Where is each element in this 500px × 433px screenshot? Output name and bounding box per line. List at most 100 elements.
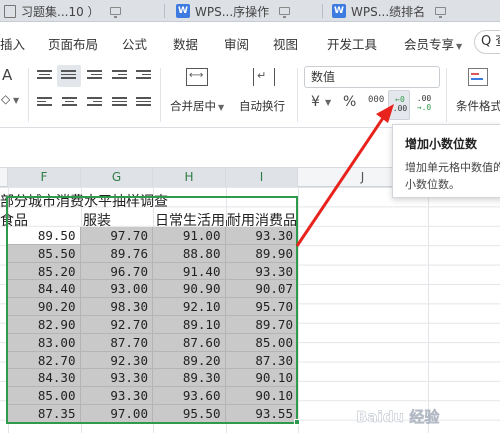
- wrap-text-icon[interactable]: ↵: [253, 68, 275, 86]
- menu-formula[interactable]: 公式: [122, 34, 147, 53]
- align-top-icon[interactable]: [37, 70, 52, 82]
- thousands-separator-button[interactable]: 000: [368, 95, 384, 105]
- menu-review[interactable]: 审阅: [224, 34, 249, 53]
- number-format-select[interactable]: 数值: [304, 66, 440, 88]
- menu-data[interactable]: 数据: [173, 34, 198, 53]
- data-cell[interactable]: 89.90: [225, 244, 298, 263]
- data-cell[interactable]: 85.50: [8, 244, 81, 263]
- doc-tab-1[interactable]: 习题集...10 ）: [4, 0, 121, 22]
- align-bottom-icon[interactable]: [87, 70, 102, 82]
- data-cell[interactable]: 98.30: [80, 298, 153, 316]
- font-size-glyph[interactable]: A: [2, 66, 12, 84]
- data-cell[interactable]: 93.30: [225, 227, 298, 245]
- data-cell[interactable]: 96.70: [80, 262, 153, 281]
- column-header-h[interactable]: H: [153, 168, 226, 187]
- doc-tab-2[interactable]: W WPS...序操作: [176, 0, 291, 22]
- data-cell[interactable]: 84.30: [8, 369, 81, 388]
- decrease-decimal-bottom: →.0: [416, 103, 432, 112]
- chevron-down-icon[interactable]: ▼: [13, 96, 19, 105]
- data-cell[interactable]: 87.35: [8, 405, 81, 423]
- data-cell[interactable]: 95.50: [153, 405, 226, 423]
- align-middle-button[interactable]: [57, 65, 81, 87]
- menu-membership[interactable]: 会员专享 ▼: [404, 34, 462, 53]
- wps-writer-icon: W: [176, 4, 190, 18]
- data-cell[interactable]: 87.30: [225, 351, 298, 370]
- menu-page-layout[interactable]: 页面布局: [48, 34, 98, 53]
- indent-decrease-icon[interactable]: [112, 70, 127, 82]
- data-cell[interactable]: 89.10: [153, 316, 226, 334]
- chevron-down-icon[interactable]: ▼: [325, 98, 331, 107]
- conditional-format-button[interactable]: 条件格式: [456, 98, 500, 114]
- grid-line: [428, 187, 429, 433]
- tooltip-description: 增加单元格中数值的小数位数。: [405, 161, 500, 191]
- column-header-f[interactable]: F: [8, 168, 81, 187]
- data-cell[interactable]: 89.30: [153, 369, 226, 388]
- align-center-icon[interactable]: [62, 97, 77, 109]
- data-cell[interactable]: 90.20: [8, 298, 81, 316]
- data-cell[interactable]: 90.07: [225, 280, 298, 299]
- percent-button[interactable]: %: [343, 94, 356, 110]
- column-header-i[interactable]: I: [226, 168, 298, 187]
- merge-center-icon[interactable]: ⟷: [186, 68, 208, 86]
- data-range[interactable]: 89.50 97.70 91.00 93.30 85.50 89.76 88.80 89.90…: [8, 227, 298, 423]
- data-cell[interactable]: 97.00: [80, 405, 153, 423]
- justify-icon[interactable]: [112, 97, 127, 109]
- fill-color-icon[interactable]: ◇: [1, 92, 10, 106]
- indent-increase-icon[interactable]: [136, 70, 151, 82]
- menu-view[interactable]: 视图: [273, 34, 298, 53]
- data-cell[interactable]: 89.76: [80, 244, 153, 263]
- data-cell[interactable]: 85.00: [8, 387, 81, 405]
- data-cell[interactable]: 90.10: [225, 387, 298, 405]
- chevron-down-icon: ▼: [218, 103, 225, 112]
- data-cell[interactable]: 82.90: [8, 316, 81, 334]
- column-header-g[interactable]: G: [81, 168, 153, 187]
- sheet-title-cell[interactable]: 部分城市消费水平抽样调查: [0, 191, 168, 211]
- screen-icon[interactable]: [435, 7, 447, 18]
- data-cell[interactable]: 93.30: [225, 262, 298, 281]
- data-cell[interactable]: 91.40: [153, 262, 226, 281]
- spreadsheet-grid[interactable]: 部分城市消费水平抽样调查 食品 服装 日常生活用品 耐用消费品 89.5097.…: [0, 187, 500, 433]
- ribbon-divider: [160, 68, 161, 122]
- data-cell[interactable]: 92.10: [153, 298, 226, 316]
- search-box[interactable]: Q 查: [474, 30, 500, 54]
- active-cell[interactable]: 89.50: [8, 227, 81, 245]
- data-cell[interactable]: 84.40: [8, 280, 81, 299]
- screen-icon[interactable]: [279, 7, 291, 18]
- column-header-partial[interactable]: [0, 168, 8, 187]
- increase-decimal-button[interactable]: ←0 .00: [388, 90, 410, 120]
- conditional-format-icon[interactable]: [468, 68, 488, 86]
- data-cell[interactable]: 92.70: [80, 316, 153, 334]
- data-cell[interactable]: 97.70: [80, 227, 153, 245]
- data-cell[interactable]: 93.55: [225, 405, 298, 423]
- doc-tab-3[interactable]: W WPS...绩排名: [332, 0, 447, 22]
- data-cell[interactable]: 95.70: [225, 298, 298, 316]
- data-cell[interactable]: 87.60: [153, 333, 226, 352]
- data-cell[interactable]: 88.80: [153, 244, 226, 263]
- data-cell[interactable]: 91.00: [153, 227, 226, 245]
- data-cell[interactable]: 83.00: [8, 333, 81, 352]
- data-cell[interactable]: 85.00: [225, 333, 298, 352]
- menu-insert[interactable]: 插入: [0, 34, 25, 53]
- decrease-decimal-button[interactable]: .00 →.0: [414, 94, 434, 112]
- align-right-icon[interactable]: [87, 97, 102, 109]
- data-cell[interactable]: 82.70: [8, 351, 81, 370]
- menu-developer[interactable]: 开发工具: [327, 34, 377, 53]
- data-cell[interactable]: 89.70: [225, 316, 298, 334]
- data-cell[interactable]: 90.90: [153, 280, 226, 299]
- distributed-align-icon[interactable]: [136, 97, 151, 109]
- screen-icon[interactable]: [109, 7, 121, 18]
- align-left-icon[interactable]: [37, 97, 52, 109]
- data-cell[interactable]: 92.30: [80, 351, 153, 370]
- data-cell[interactable]: 93.00: [80, 280, 153, 299]
- data-cell[interactable]: 85.20: [8, 262, 81, 281]
- wrap-text-button[interactable]: 自动换行: [239, 98, 285, 114]
- currency-button[interactable]: ¥: [311, 94, 320, 110]
- data-cell[interactable]: 87.70: [80, 333, 153, 352]
- fill-handle[interactable]: [294, 419, 300, 425]
- data-cell[interactable]: 93.30: [80, 369, 153, 388]
- merge-center-button[interactable]: 合并居中 ▼: [170, 98, 224, 114]
- data-cell[interactable]: 90.10: [225, 369, 298, 388]
- data-cell[interactable]: 93.60: [153, 387, 226, 405]
- data-cell[interactable]: 89.20: [153, 351, 226, 370]
- data-cell[interactable]: 93.30: [80, 387, 153, 405]
